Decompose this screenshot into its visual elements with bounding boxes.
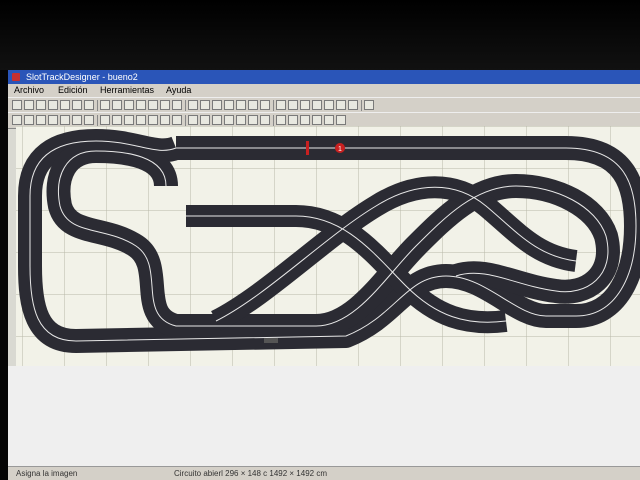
toolbar-separator [97, 100, 98, 111]
toolbar-separator [97, 115, 98, 126]
toolbar-separator [273, 115, 274, 126]
app-window: SlotTrackDesigner - bueno2 Archivo Edici… [8, 70, 640, 480]
move-right-icon[interactable] [224, 100, 234, 110]
tool-26-icon[interactable] [324, 100, 334, 110]
undo-icon[interactable] [100, 100, 110, 110]
select-icon[interactable] [136, 100, 146, 110]
zoom-icon[interactable] [124, 100, 134, 110]
paste-icon[interactable] [84, 100, 94, 110]
copy-icon[interactable] [72, 100, 82, 110]
track-handle[interactable] [264, 338, 278, 343]
tool-23-icon[interactable] [288, 100, 298, 110]
open-icon[interactable] [24, 100, 34, 110]
move-down-icon[interactable] [188, 100, 198, 110]
settings-icon[interactable] [260, 100, 270, 110]
move-up-icon[interactable] [200, 100, 210, 110]
status-hint: Asigna la imagen [16, 469, 78, 478]
toolbar-separator [185, 115, 186, 126]
rotate-left-icon[interactable] [160, 100, 170, 110]
tool-9-icon[interactable] [112, 115, 122, 125]
tool-19-icon[interactable] [236, 115, 246, 125]
tool-18-icon[interactable] [224, 115, 234, 125]
tool-29-icon[interactable] [364, 100, 374, 110]
tool-26-icon[interactable] [324, 115, 334, 125]
tool-28-icon[interactable] [348, 100, 358, 110]
toolbar-separator [185, 100, 186, 111]
cut-icon[interactable] [60, 100, 70, 110]
tool-25-icon[interactable] [312, 100, 322, 110]
tool-12-icon[interactable] [148, 115, 158, 125]
window-title: SlotTrackDesigner - bueno2 [26, 72, 138, 82]
print-icon[interactable] [48, 100, 58, 110]
tool-15-icon[interactable] [188, 115, 198, 125]
lap-marker-label: 1 [338, 146, 342, 153]
menu-archivo[interactable]: Archivo [14, 84, 44, 97]
status-circuit-info: Circuito abierl 296 × 148 c 1492 × 1492 … [174, 469, 327, 478]
tool-24-icon[interactable] [300, 115, 310, 125]
tool-25-icon[interactable] [312, 115, 322, 125]
tool-23-icon[interactable] [288, 115, 298, 125]
toolbar-separator [273, 100, 274, 111]
track-layout[interactable]: 1 [16, 126, 640, 366]
tool-20-icon[interactable] [248, 115, 258, 125]
menu-edicion[interactable]: Edición [58, 84, 88, 97]
title-bar: SlotTrackDesigner - bueno2 [8, 70, 640, 84]
menu-bar: Archivo Edición Herramientas Ayuda [8, 84, 640, 97]
app-icon [12, 73, 20, 81]
rotate-right-icon[interactable] [172, 100, 182, 110]
colors-icon[interactable] [248, 100, 258, 110]
status-bar: Asigna la imagen Circuito abierl 296 × 1… [8, 466, 640, 480]
save-icon[interactable] [36, 100, 46, 110]
tool-24-icon[interactable] [300, 100, 310, 110]
redo-icon[interactable] [112, 100, 122, 110]
pitlane-icon[interactable] [60, 115, 70, 125]
tool-27-icon[interactable] [336, 100, 346, 110]
curve-icon[interactable] [24, 115, 34, 125]
start-finish-marker [306, 141, 309, 155]
grid-icon[interactable] [148, 100, 158, 110]
monitor-bezel [0, 0, 640, 70]
tool-21-icon[interactable] [260, 115, 270, 125]
tool-22-icon[interactable] [276, 115, 286, 125]
center-icon[interactable] [236, 100, 246, 110]
straight-icon[interactable] [12, 115, 22, 125]
menu-ayuda[interactable]: Ayuda [166, 84, 191, 97]
barrier-icon[interactable] [100, 115, 110, 125]
tool-14-icon[interactable] [172, 115, 182, 125]
empty-workspace [8, 366, 640, 466]
tool-11-icon[interactable] [136, 115, 146, 125]
tool-10-icon[interactable] [124, 115, 134, 125]
new-icon[interactable] [12, 100, 22, 110]
lane-change-icon[interactable] [84, 115, 94, 125]
move-left-icon[interactable] [212, 100, 222, 110]
tool-13-icon[interactable] [160, 115, 170, 125]
menu-herramientas[interactable]: Herramientas [100, 84, 154, 97]
border-icon[interactable] [72, 115, 82, 125]
toolbar-separator [361, 100, 362, 111]
tool-22-icon[interactable] [276, 100, 286, 110]
crossover-icon[interactable] [36, 115, 46, 125]
tool-17-icon[interactable] [212, 115, 222, 125]
chicane-icon[interactable] [48, 115, 58, 125]
tool-16-icon[interactable] [200, 115, 210, 125]
tool-27-icon[interactable] [336, 115, 346, 125]
